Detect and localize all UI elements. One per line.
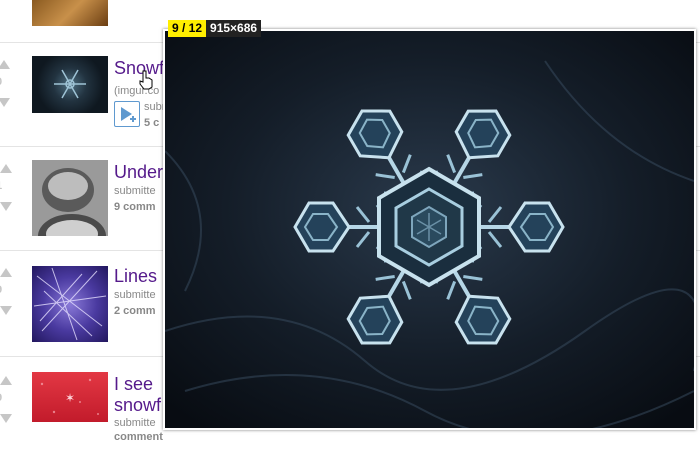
hand-cursor-icon xyxy=(139,70,153,90)
post-title[interactable]: I see xyxy=(114,374,153,395)
post-score: 1 xyxy=(0,180,2,192)
upvote-arrow-icon[interactable] xyxy=(0,60,10,69)
post-submitted: submitte xyxy=(114,289,156,301)
post-thumbnail[interactable] xyxy=(32,266,108,342)
viewer-header: 9 / 12 915×686 xyxy=(168,20,262,37)
post-thumbnail[interactable] xyxy=(32,160,108,236)
play-icon xyxy=(121,107,136,122)
upvote-arrow-icon[interactable] xyxy=(0,268,12,277)
comments-link[interactable]: 5 c xyxy=(144,117,159,129)
post-score: 9 xyxy=(0,392,2,404)
post-title[interactable]: Lines xyxy=(114,266,157,287)
image-counter: 9 / 12 xyxy=(168,20,207,37)
post-thumbnail[interactable]: ✶ xyxy=(32,372,108,422)
comments-link[interactable]: 9 comm xyxy=(114,201,156,213)
comments-link[interactable]: comment xyxy=(114,431,163,443)
post-submitted: submitte xyxy=(114,417,156,429)
post-thumbnail[interactable] xyxy=(32,0,108,26)
red-snowflake-thumb-icon: ✶ xyxy=(40,378,99,415)
downvote-arrow-icon[interactable] xyxy=(0,306,12,315)
lines-thumb-icon xyxy=(33,267,107,341)
upvote-arrow-icon[interactable] xyxy=(0,164,12,173)
snowflake-thumb-icon xyxy=(54,69,86,99)
downvote-arrow-icon[interactable] xyxy=(0,414,12,423)
downvote-arrow-icon[interactable] xyxy=(0,98,10,107)
image-dimensions: 915×686 xyxy=(206,20,262,37)
post-submitted: submitte xyxy=(114,185,156,197)
svg-text:✶: ✶ xyxy=(65,391,75,405)
microscope-thumb-icon xyxy=(32,160,108,236)
post-score: 9 xyxy=(0,284,2,296)
post-thumbnail[interactable] xyxy=(32,56,108,113)
image-viewer[interactable] xyxy=(163,29,696,430)
snowflake-image xyxy=(165,31,694,428)
upvote-arrow-icon[interactable] xyxy=(0,376,12,385)
post-title-line2[interactable]: snowf xyxy=(114,395,161,416)
expando-button[interactable] xyxy=(114,101,140,127)
post-title[interactable]: Under xyxy=(114,162,163,183)
post-score: 0 xyxy=(0,76,2,88)
comments-link[interactable]: 2 comm xyxy=(114,305,156,317)
downvote-arrow-icon[interactable] xyxy=(0,202,12,211)
